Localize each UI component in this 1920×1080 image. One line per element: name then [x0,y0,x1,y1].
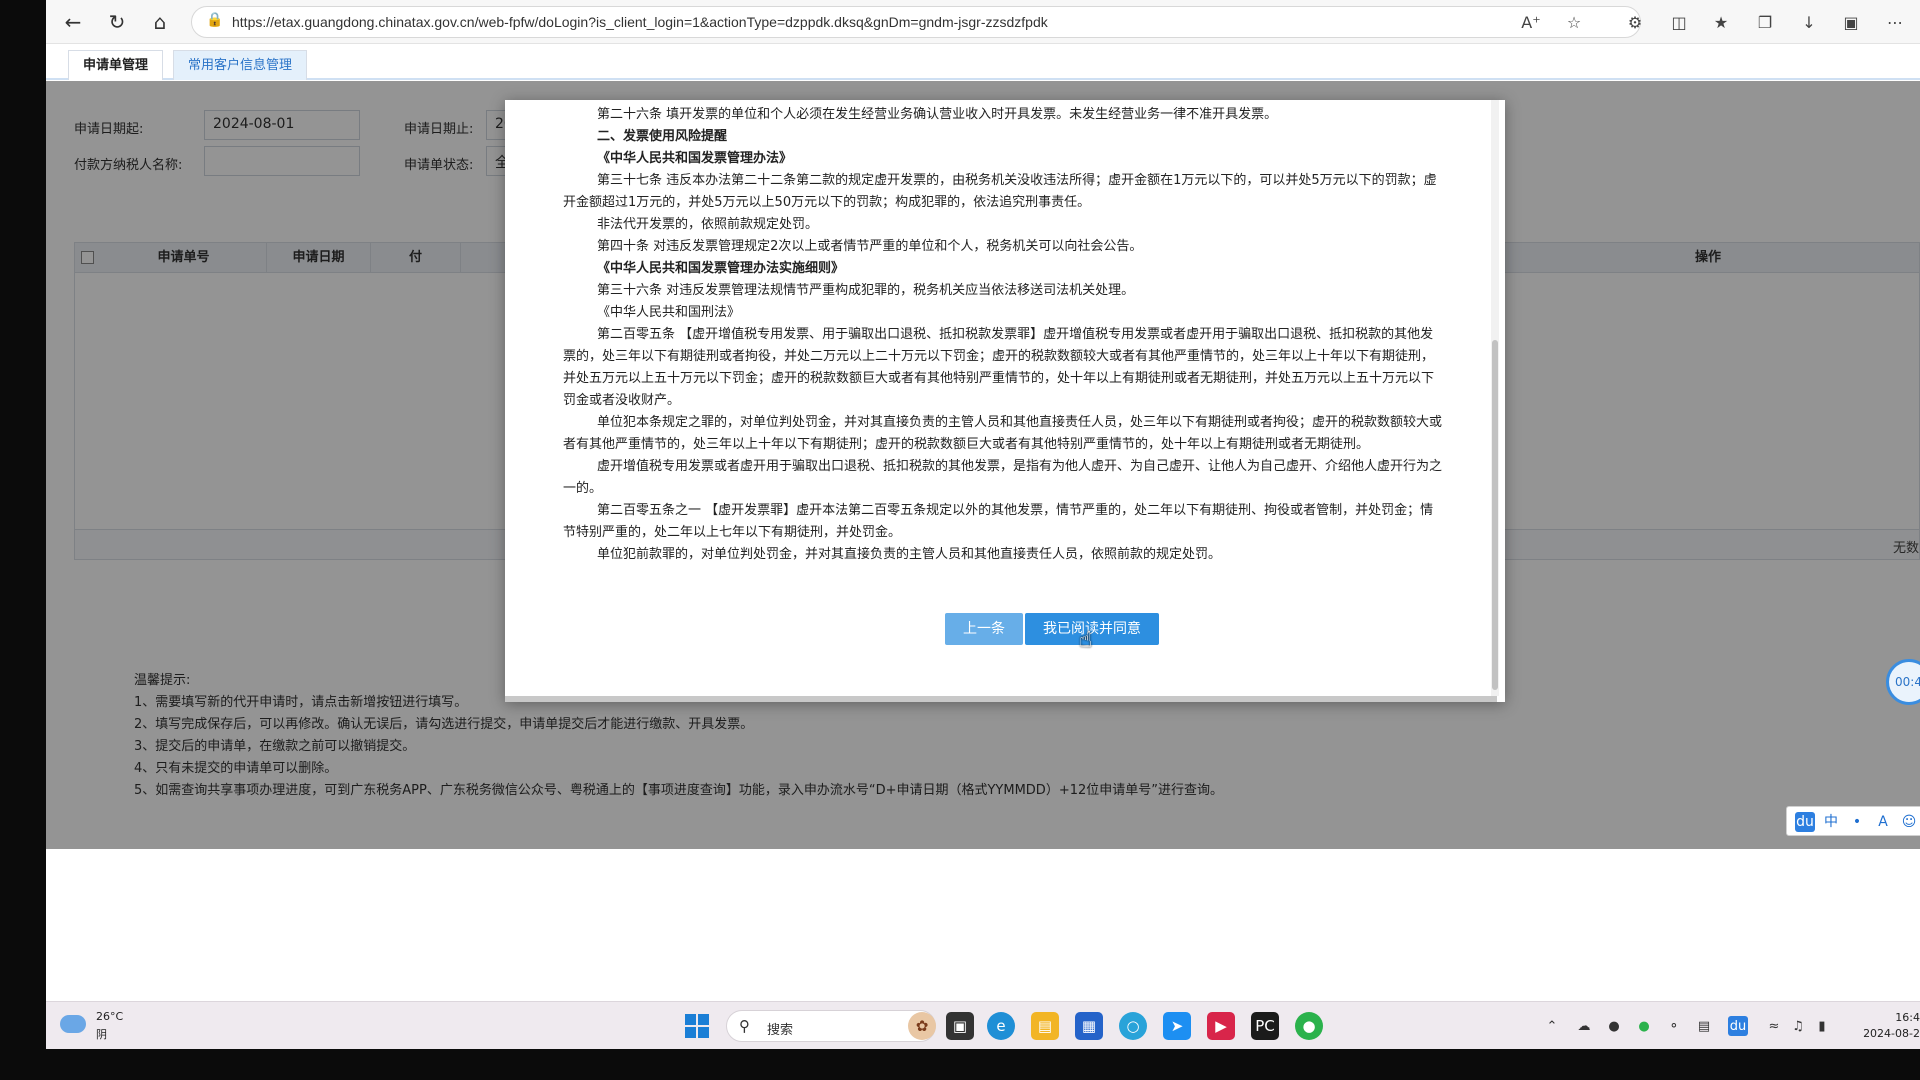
notice-paragraph: 第二百零五条 【虚开增值税专用发票、用于骗取出口退税、抵扣税款发票罪】虚开增值税… [563,327,1435,408]
favorite-star-icon[interactable]: ☆ [1561,9,1587,35]
store-icon[interactable]: ▦ [1075,1012,1103,1040]
home-icon[interactable]: ⌂ [145,7,175,37]
notice-paragraph: 单位犯前款罪的，对单位判处罚金，并对其直接负责的主管人员和其他直接责任人员，依照… [597,547,1222,562]
volume-icon[interactable]: ♫ [1788,1016,1808,1036]
url-text: https://etax.guangdong.chinatax.gov.cn/w… [232,14,1048,30]
tab-customer-info-management[interactable]: 常用客户信息管理 [173,50,308,80]
wechat-tray-icon[interactable]: ● [1634,1016,1654,1036]
flower-widget-icon[interactable]: ✿ [908,1012,936,1040]
wifi-icon[interactable]: ≈ [1764,1016,1784,1036]
weather-description: 阴 [96,1028,107,1041]
notice-heading: 二、发票使用风险提醒 [597,129,728,144]
clock-time: 16:4 [1895,1011,1920,1024]
more-menu-icon[interactable]: ⋯ [1882,9,1908,35]
notice-paragraph: 虚开增值税专用发票或者虚开用于骗取出口退税、抵扣税款的其他发票，是指有为他人虚开… [563,459,1443,496]
search-placeholder: 搜索 [767,1023,794,1038]
file-explorer-icon[interactable]: ▤ [1031,1012,1059,1040]
notice-paragraph: 第二十六条 填开发票的单位和个人必须在发生经营业务确认营业收入时开具发票。未发生… [597,107,1278,122]
lock-icon: 🔒 [206,12,224,28]
task-view-icon[interactable]: ▣ [946,1012,974,1040]
tray-overflow-icon[interactable]: ⌃ [1542,1016,1562,1036]
notice-text: 第二十六条 填开发票的单位和个人必须在发生经营业务确认营业收入时开具发票。未发生… [563,104,1443,584]
refresh-icon[interactable]: ↻ [102,7,132,37]
search-icon: ⚲ [739,1017,750,1035]
taskbar: 26°C 阴 ⚲ 搜索 ✿ ▣ e ▤ ▦ ○ ➤ ▶ PC ● ⌃ ☁ ● ●… [46,1001,1920,1049]
download-icon[interactable]: ↓ [1796,9,1822,35]
app-arrow-icon[interactable]: ➤ [1163,1012,1191,1040]
ime-emoji-icon[interactable]: ☺ [1899,812,1919,832]
microphone-icon[interactable]: ⚬ [1664,1016,1684,1036]
back-icon[interactable]: ← [58,7,88,37]
tab-application-management[interactable]: 申请单管理 [68,50,164,80]
screenshot-icon[interactable]: ▣ [1838,9,1864,35]
notice-paragraph: 第三十六条 对违反发票管理法规情节严重构成犯罪的，税务机关应当依法移送司法机关处… [597,283,1135,298]
qq-icon[interactable]: ● [1604,1016,1624,1036]
baidu-ime-tray-icon[interactable]: du [1728,1016,1748,1036]
weather-temperature: 26°C [96,1010,124,1023]
wechat-icon[interactable]: ● [1295,1012,1323,1040]
notice-paragraph: 第二百零五条之一 【虚开发票罪】虚开本法第二百零五条规定以外的其他发票，情节严重… [563,503,1434,540]
notice-heading: 《中华人民共和国发票管理办法实施细则》 [597,261,845,276]
tab-bar: 申请单管理 常用客户信息管理 [46,44,1920,80]
blank-page-area [46,849,1920,1001]
modal-scroll-thumb[interactable] [1492,340,1498,690]
notice-paragraph: 第四十条 对违反发票管理规定2次以上或者情节严重的单位和个人，税务机关可以向社会… [597,239,1143,254]
split-screen-icon[interactable]: ◫ [1666,9,1692,35]
app-media-icon[interactable]: ▶ [1207,1012,1235,1040]
screen-frame: ← ↻ ⌂ 🔒 https://etax.guangdong.chinatax.… [46,0,1920,1049]
risk-notice-dialog: 第二十六条 填开发票的单位和个人必须在发生经营业务确认营业收入时开具发票。未发生… [505,100,1505,702]
ime-logo-icon[interactable]: du [1795,812,1815,832]
hand-cursor-icon: ☝ [1079,628,1093,653]
notice-heading: 《中华人民共和国发票管理办法》 [597,151,793,166]
clock-date: 2024-08-2 [1863,1027,1920,1040]
onedrive-icon[interactable]: ☁ [1574,1016,1594,1036]
collections-icon[interactable]: ❐ [1752,9,1778,35]
favorites-list-icon[interactable]: ★ [1708,9,1734,35]
windows-start-icon[interactable] [683,1012,711,1040]
ime-chinese-mode-icon[interactable]: 中 [1821,812,1841,832]
extensions-icon[interactable]: ⚙ [1622,9,1648,35]
notice-paragraph: 非法代开发票的，依照前款规定处罚。 [597,217,819,232]
notice-paragraph: 第三十七条 违反本办法第二十二条第二款的规定虚开发票的，由税务机关没收违法所得；… [563,173,1437,210]
edge-browser-icon[interactable]: e [987,1012,1015,1040]
notice-paragraph: 单位犯本条规定之罪的，对单位判处罚金，并对其直接负责的主管人员和其他直接责任人员… [563,415,1443,452]
ime-toolbar: du 中 • A ☺ ▦ [1786,806,1920,836]
previous-button[interactable]: 上一条 [945,613,1023,645]
battery-icon[interactable]: ▮ [1812,1016,1832,1036]
notice-paragraph: 《中华人民共和国刑法》 [597,305,741,320]
taskbar-search[interactable]: ⚲ 搜索 [726,1010,936,1042]
modal-horizontal-scrollbar[interactable] [505,696,1497,702]
ime-punctuation-icon[interactable]: • [1847,812,1867,832]
address-bar[interactable]: 🔒 https://etax.guangdong.chinatax.gov.cn… [191,6,1641,38]
clock[interactable]: 16:4 2024-08-2 [1836,1002,1920,1049]
read-aloud-icon[interactable]: A⁺ [1518,9,1544,35]
input-language-icon[interactable]: ▤ [1694,1016,1714,1036]
app-circle-icon[interactable]: ○ [1119,1012,1147,1040]
pycharm-icon[interactable]: PC [1251,1012,1279,1040]
browser-toolbar: ← ↻ ⌂ 🔒 https://etax.guangdong.chinatax.… [46,0,1920,44]
weather-cloud-icon[interactable] [60,1015,86,1033]
ime-font-icon[interactable]: A [1873,812,1893,832]
